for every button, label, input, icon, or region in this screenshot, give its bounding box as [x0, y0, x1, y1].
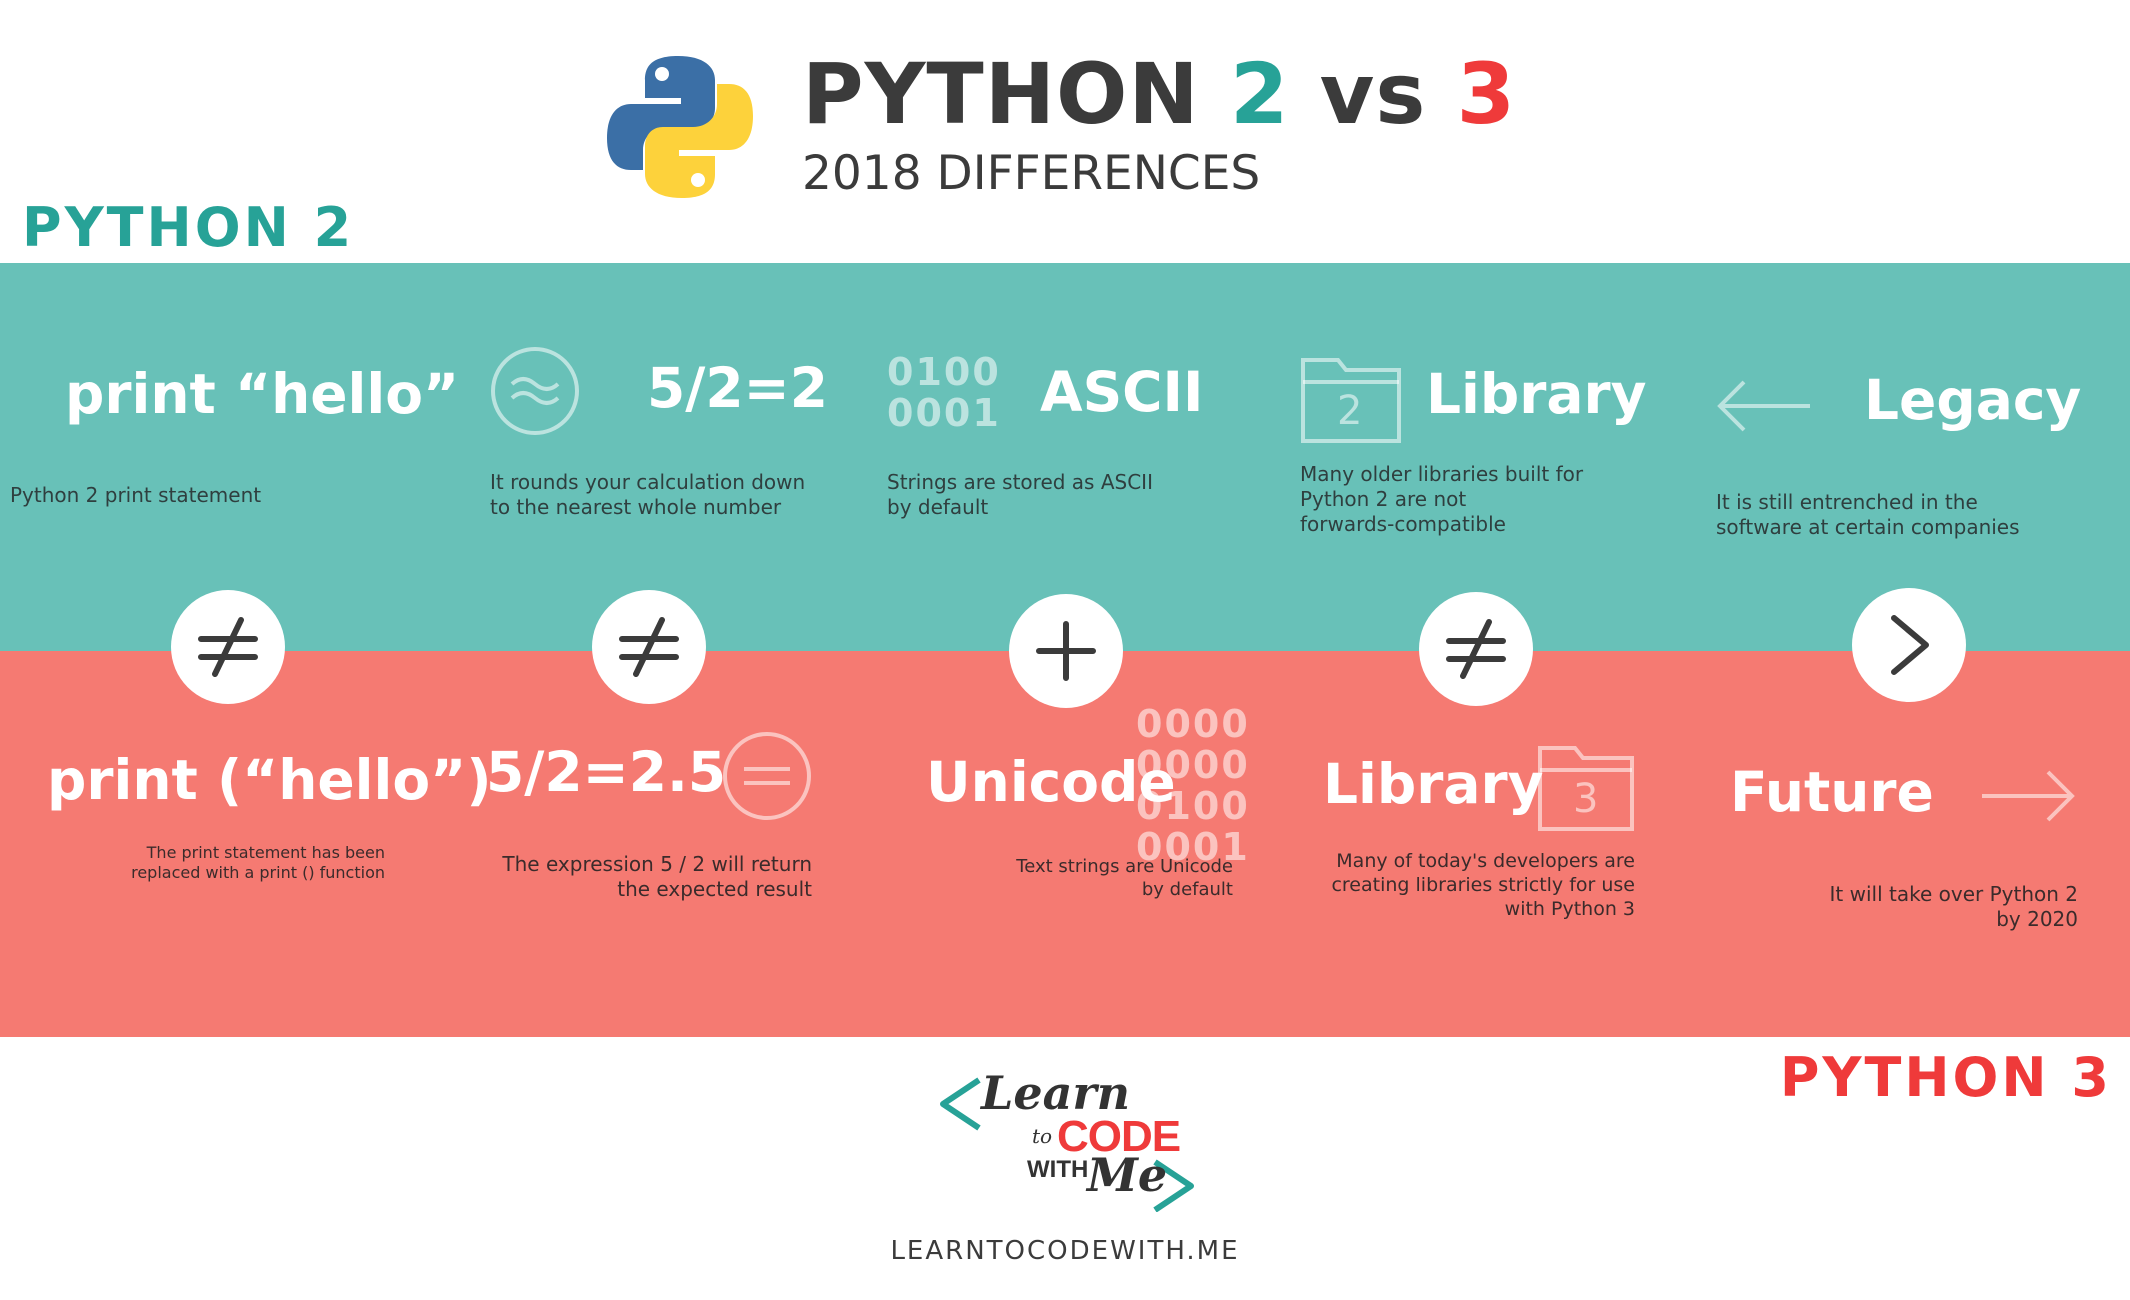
py3-print-desc: The print statement has been replaced wi…: [131, 843, 385, 882]
py3-future-desc: It will take over Python 2 by 2020: [1829, 882, 2078, 931]
py2-library-heading: Library: [1426, 362, 1647, 426]
py2-legacy-heading: Legacy: [1864, 368, 2082, 432]
compare-circle-division: [592, 590, 706, 704]
py3-future-heading: Future: [1730, 760, 1934, 824]
compare-circle-legacy: [1852, 588, 1966, 702]
arrow-right-icon: [1978, 766, 2078, 826]
not-equal-icon: [198, 617, 258, 677]
python3-label: PYTHON 3: [1779, 1046, 2112, 1109]
py3-library-desc: Many of today's developers are creating …: [1331, 850, 1635, 920]
py2-ascii-desc: Strings are stored as ASCII by default: [887, 470, 1153, 519]
logo-me: Me: [1087, 1148, 1168, 1202]
py3-division-desc: The expression 5 / 2 will return the exp…: [502, 852, 812, 901]
folder-icon: 3: [1537, 744, 1635, 832]
greater-than-icon: [1891, 615, 1929, 675]
learn-to-code-logo: Learn to CODE WITH Me: [935, 1062, 1200, 1213]
py2-print-desc: Python 2 print statement: [10, 483, 262, 507]
python2-band: [0, 263, 2130, 651]
footer-url: LEARNTOCODEWITH.ME: [890, 1236, 1240, 1266]
page-subtitle: 2018 DIFFERENCES: [802, 146, 1261, 201]
equals-icon: [722, 731, 812, 821]
py2-library-desc: Many older libraries built for Python 2 …: [1300, 462, 1584, 536]
folder-number: 2: [1337, 388, 1363, 434]
python-logo: [605, 52, 755, 202]
not-equal-icon: [619, 617, 679, 677]
py2-ascii-heading: ASCII: [1040, 360, 1204, 424]
py2-binary-bits: 0100 0001: [887, 350, 1001, 436]
logo-to: to: [1032, 1124, 1053, 1148]
compare-circle-library: [1419, 592, 1533, 706]
py3-division-heading: 5/2=2.5: [486, 740, 727, 804]
page-title: PYTHON 2 vs 3: [802, 45, 1517, 143]
py3-unicode-desc: Text strings are Unicode by default: [1016, 856, 1233, 900]
folder-icon: 2: [1300, 356, 1402, 444]
py2-division-desc: It rounds your calculation down to the n…: [490, 470, 806, 519]
approx-icon: [490, 346, 580, 436]
title-version-2: 2: [1229, 45, 1290, 143]
python2-label: PYTHON 2: [22, 196, 355, 259]
not-equal-icon: [1446, 619, 1506, 679]
py2-legacy-desc: It is still entrenched in the software a…: [1716, 490, 2020, 539]
py2-division-heading: 5/2=2: [647, 356, 828, 420]
py2-print-heading: print “hello”: [65, 362, 460, 426]
folder-number: 3: [1573, 776, 1599, 822]
logo-with: WITH: [1027, 1156, 1089, 1183]
arrow-left-icon: [1714, 376, 1814, 436]
title-version-3: 3: [1456, 45, 1517, 143]
py3-print-heading: print (“hello”): [47, 748, 492, 812]
compare-circle-print: [171, 590, 285, 704]
compare-circle-strings: [1009, 594, 1123, 708]
py3-binary-bits: 0000 0000 0100 0001: [1136, 702, 1250, 870]
plus-icon: [1036, 621, 1096, 681]
py3-library-heading: Library: [1323, 752, 1544, 816]
